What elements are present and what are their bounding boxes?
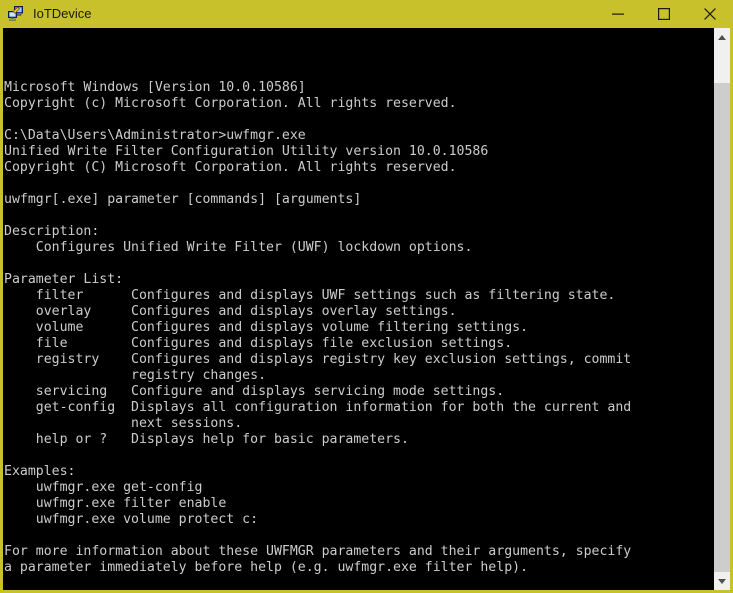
scrollbar-track[interactable] <box>714 46 730 572</box>
console-line: a parameter immediately before help (e.g… <box>4 560 529 575</box>
window-controls <box>595 0 733 28</box>
maximize-button[interactable] <box>641 0 687 28</box>
console-line: C:\Data\Users\Administrator>uwfmgr.exe <box>4 128 306 143</box>
console-line: registry Configures and displays registr… <box>4 352 632 367</box>
console-area: Microsoft Windows [Version 10.0.10586] Co… <box>0 28 733 593</box>
chevron-down-icon <box>718 578 726 584</box>
console-line: uwfmgr[.exe] parameter [commands] [argum… <box>4 192 362 207</box>
console-line: Examples: <box>4 464 76 479</box>
title-bar[interactable]: IoTDevice <box>0 0 733 28</box>
remote-computer-icon <box>7 5 25 23</box>
scroll-down-button[interactable] <box>714 572 730 590</box>
console-line: uwfmgr.exe get-config <box>4 480 203 495</box>
console-line: volume Configures and displays volume fi… <box>4 320 529 335</box>
title-bar-left: IoTDevice <box>0 0 595 28</box>
console-line: Description: <box>4 224 100 239</box>
console-line: Microsoft Windows [Version 10.0.10586] <box>4 80 306 95</box>
console-line: help or ? Displays help for basic parame… <box>4 432 409 447</box>
console-line: filter Configures and displays UWF setti… <box>4 288 616 303</box>
console-line: Copyright (C) Microsoft Corporation. All… <box>4 160 457 175</box>
console-line: Copyright (c) Microsoft Corporation. All… <box>4 96 457 111</box>
scroll-up-button[interactable] <box>714 28 730 46</box>
console-line: get-config Displays all configuration in… <box>4 400 632 415</box>
console-line: For more information about these UWFMGR … <box>4 544 632 559</box>
close-icon <box>704 8 716 20</box>
console-line: file Configures and displays file exclus… <box>4 336 513 351</box>
console-output[interactable]: Microsoft Windows [Version 10.0.10586] Co… <box>3 28 713 590</box>
console-line: Unified Write Filter Configuration Utili… <box>4 144 489 159</box>
console-line: registry changes. <box>4 368 267 383</box>
console-line: Configures Unified Write Filter (UWF) lo… <box>4 240 473 255</box>
window-title: IoTDevice <box>33 6 92 21</box>
console-line: uwfmgr.exe filter enable <box>4 496 227 511</box>
console-line: uwfmgr.exe volume protect c: <box>4 512 259 527</box>
console-line: overlay Configures and displays overlay … <box>4 304 457 319</box>
console-window: IoTDevice Microsoft Windows [Version 10.… <box>0 0 733 593</box>
chevron-up-icon <box>718 34 726 40</box>
minimize-button[interactable] <box>595 0 641 28</box>
console-line: next sessions. <box>4 416 243 431</box>
console-line: Parameter List: <box>4 272 124 287</box>
minimize-icon <box>612 13 624 15</box>
maximize-icon <box>658 8 670 20</box>
scrollbar-thumb[interactable] <box>714 82 730 572</box>
close-button[interactable] <box>687 0 733 28</box>
vertical-scrollbar[interactable] <box>713 28 733 590</box>
console-line: servicing Configure and displays servici… <box>4 384 505 399</box>
